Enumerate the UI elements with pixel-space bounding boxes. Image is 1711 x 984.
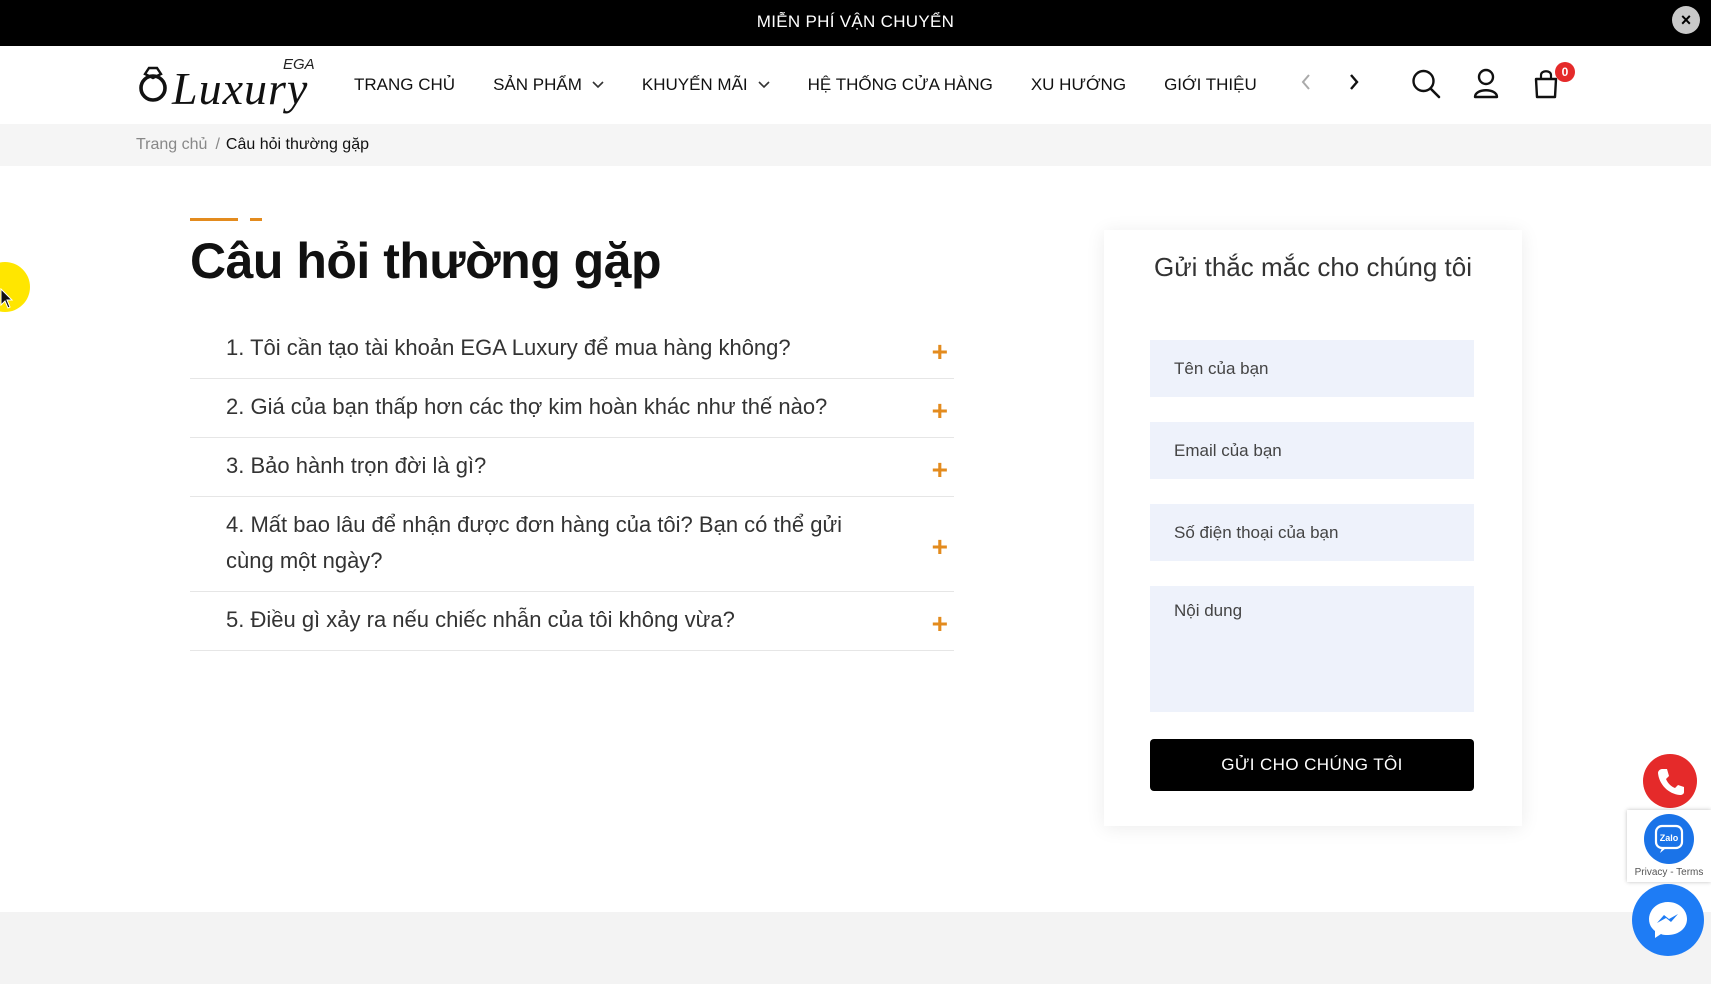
logo[interactable]: Luxury EGA (136, 56, 326, 114)
phone-icon (1658, 769, 1684, 795)
chevron-left-icon[interactable] (1301, 74, 1311, 90)
phone-input[interactable] (1150, 504, 1474, 561)
contact-form-title: Gửi thắc mắc cho chúng tôi (1153, 252, 1472, 282)
plus-icon[interactable]: + (932, 337, 948, 366)
faq-item[interactable]: 1. Tôi cần tạo tài khoản EGA Luxury để m… (190, 320, 954, 379)
chevron-down-icon (758, 81, 770, 89)
plus-icon[interactable]: + (932, 532, 948, 561)
zalo-button[interactable]: Zalo (1644, 814, 1694, 864)
ring-logo-icon (139, 66, 167, 102)
breadcrumb-home-link[interactable]: Trang chủ (136, 136, 207, 153)
search-icon[interactable] (1411, 68, 1441, 100)
cart-count-badge: 0 (1555, 62, 1575, 82)
faq-list: 1. Tôi cần tạo tài khoản EGA Luxury để m… (190, 320, 954, 651)
announcement-bar: MIỄN PHÍ VẬN CHUYỂN × (0, 0, 1711, 46)
title-accent-dot (250, 218, 262, 221)
mouse-cursor-icon (0, 288, 14, 309)
nav-item-products[interactable]: SẢN PHẨM (493, 75, 604, 95)
svg-text:Zalo: Zalo (1660, 833, 1679, 843)
title-accent-line (190, 218, 238, 221)
messenger-icon (1649, 902, 1687, 938)
plus-icon[interactable]: + (932, 609, 948, 638)
faq-item[interactable]: 3. Bảo hành trọn đời là gì? + (190, 438, 954, 497)
zalo-icon: Zalo (1654, 824, 1684, 853)
phone-call-button[interactable] (1643, 754, 1697, 808)
messenger-button[interactable] (1632, 884, 1704, 956)
faq-item[interactable]: 5. Điều gì xảy ra nếu chiếc nhẫn của tôi… (190, 592, 954, 651)
message-textarea[interactable] (1150, 586, 1474, 712)
nav-item-trends[interactable]: XU HƯỚNG (1031, 75, 1126, 95)
plus-icon[interactable]: + (932, 396, 948, 425)
recaptcha-terms[interactable]: Privacy - Terms (1627, 867, 1711, 878)
chevron-right-icon[interactable] (1349, 74, 1359, 90)
plus-icon[interactable]: + (932, 455, 948, 484)
nav-item-promotions[interactable]: KHUYẾN MÃI (642, 75, 770, 95)
faq-question: 1. Tôi cần tạo tài khoản EGA Luxury để m… (226, 335, 791, 360)
breadcrumb: Trang chủ / Câu hỏi thường gặp (0, 124, 1711, 166)
recaptcha-badge: Zalo Privacy - Terms (1627, 810, 1711, 882)
nav-item-about[interactable]: GIỚI THIỆU (1164, 75, 1257, 95)
chevron-down-icon (592, 81, 604, 89)
nav-item-stores[interactable]: HỆ THỐNG CỬA HÀNG (808, 75, 993, 95)
faq-question: 4. Mất bao lâu để nhận được đơn hàng của… (226, 512, 843, 573)
faq-question: 2. Giá của bạn thấp hơn các thợ kim hoàn… (226, 394, 828, 419)
footer (0, 912, 1711, 984)
site-header: Luxury EGA TRANG CHỦ SẢN PHẨM KHUYẾN MÃI… (0, 46, 1711, 124)
faq-item[interactable]: 2. Giá của bạn thấp hơn các thợ kim hoàn… (190, 379, 954, 438)
email-input[interactable] (1150, 422, 1474, 479)
page-title: Câu hỏi thường gặp (190, 233, 662, 289)
breadcrumb-separator: / (215, 136, 220, 153)
nav-item-home[interactable]: TRANG CHỦ (354, 75, 455, 95)
breadcrumb-current: Câu hỏi thường gặp (225, 136, 369, 153)
faq-question: 3. Bảo hành trọn đời là gì? (226, 453, 487, 478)
announcement-text: MIỄN PHÍ VẬN CHUYỂN (756, 12, 955, 31)
faq-item[interactable]: 4. Mất bao lâu để nhận được đơn hàng của… (190, 497, 954, 592)
submit-button[interactable]: GỬI CHO CHÚNG TÔI (1150, 739, 1474, 791)
close-icon[interactable]: × (1672, 6, 1700, 34)
main-nav: TRANG CHỦ SẢN PHẨM KHUYẾN MÃI HỆ THỐNG C… (354, 46, 1295, 124)
contact-form-card: Gửi thắc mắc cho chúng tôi GỬI CHO CHÚNG… (1104, 230, 1522, 826)
user-icon[interactable] (1473, 68, 1499, 100)
faq-question: 5. Điều gì xảy ra nếu chiếc nhẫn của tôi… (226, 607, 735, 632)
name-input[interactable] (1150, 340, 1474, 397)
logo-badge: EGA (283, 56, 315, 73)
